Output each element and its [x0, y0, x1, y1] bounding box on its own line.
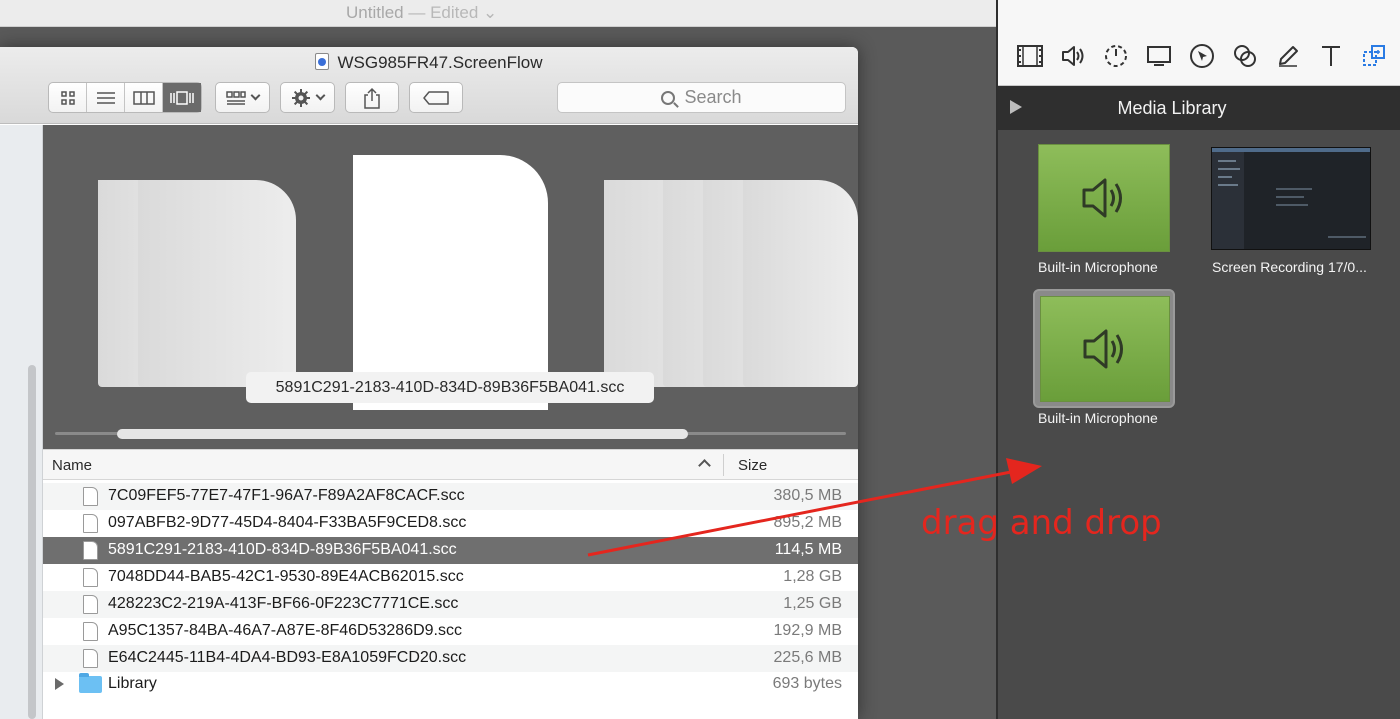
drag-arrow-annotation [587, 458, 1042, 557]
drag-and-drop-annotation: drag and drop [921, 503, 1162, 543]
